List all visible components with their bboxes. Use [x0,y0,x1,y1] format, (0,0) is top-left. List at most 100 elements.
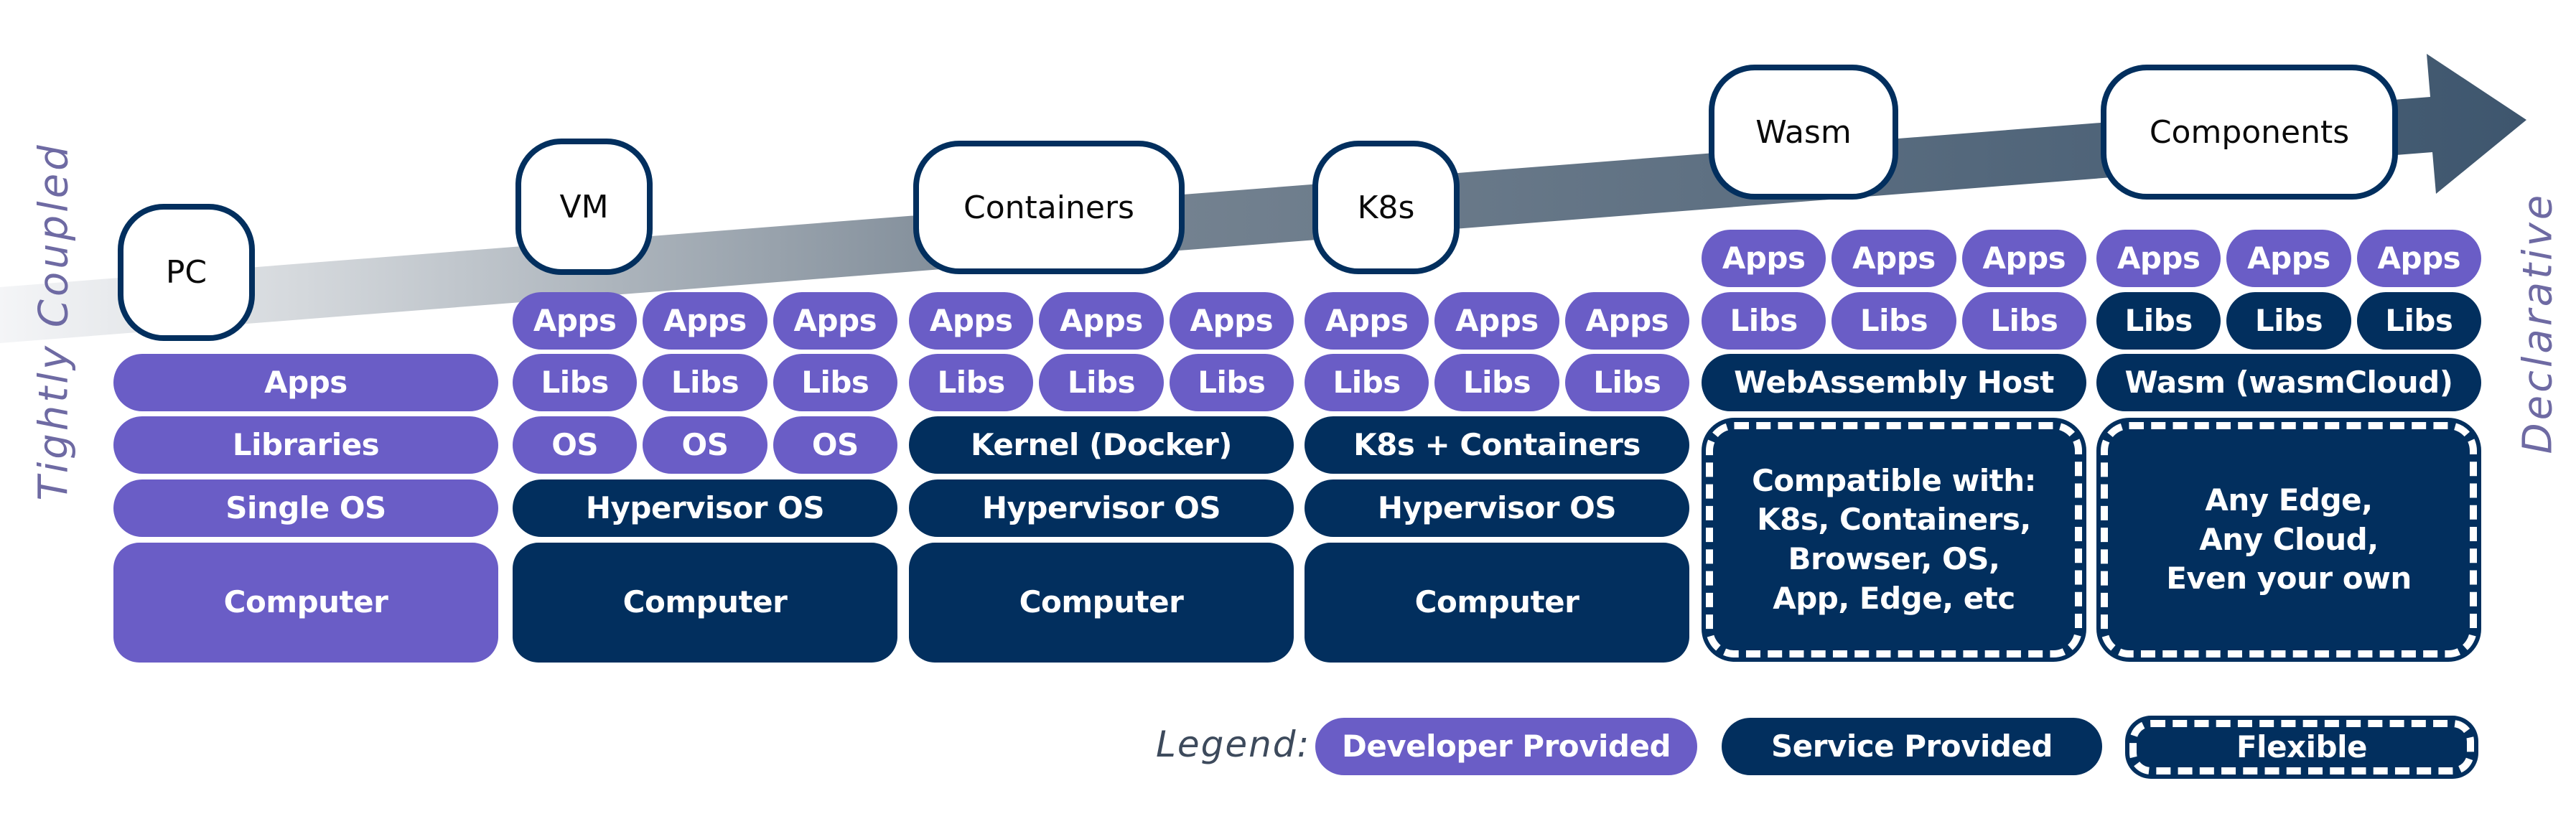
layer-compatible-with: Compatible with: K8s, Containers, Browse… [1706,422,2082,657]
layer-label: Apps [929,302,1013,338]
layer-label: Computer [622,584,788,620]
layer-computer: Computer [513,543,897,663]
layer-libs: Libs [513,354,638,411]
legend-item-label: Flexible [2236,729,2368,764]
legend-item-label: Developer Provided [1341,728,1671,764]
stage-pc: PC [118,204,255,341]
layer-label: Apps [793,302,877,338]
layer-libs: Libs [1702,292,1826,350]
layer-label: Libraries [232,426,380,462]
layer-libs: Libs [643,354,767,411]
layer-apps: Apps [513,292,638,350]
layer-label: Apps [533,302,617,338]
layer-label: Computer [1414,584,1579,620]
layer-libs: Libs [1169,354,1294,411]
tightly-coupled-label: Tightly Coupled [30,142,78,501]
layer-apps: Apps [1169,292,1294,350]
layer-label: Libs [1462,364,1531,400]
layer-label: Apps [663,302,747,338]
layer-label: Apps [1722,240,1806,276]
layer-label: Apps [1190,302,1274,338]
layer-label: Libs [1730,302,1798,338]
layer-os: OS [513,416,638,474]
layer-label: OS [681,426,729,462]
layer-any-edge: Any Edge, Any Cloud, Even your own [2101,422,2477,657]
legend-service-provided: Service Provided [1722,718,2102,775]
layer-label: WebAssembly Host [1734,364,2054,400]
layer-label: Apps [1060,302,1143,338]
layer-apps: Apps [1564,292,1689,350]
stage-wasm: Wasm [1709,65,1898,200]
layer-label: K8s + Containers [1353,426,1641,462]
layer-label: Libs [1859,302,1928,338]
layer-label: Computer [1019,584,1184,620]
layer-libs: Libs [1831,292,1956,350]
stage-components: Components [2101,65,2398,200]
layer-apps: Apps [2096,230,2221,287]
layer-label: Compatible with: K8s, Containers, Browse… [1752,462,2036,616]
layer-wasm-wasmcloud: Wasm (wasmCloud) [2096,354,2481,411]
layer-os: OS [643,416,767,474]
stage-label: VM [559,188,609,225]
layer-apps: Apps [113,354,498,411]
layer-label: Libs [1067,364,1136,400]
layer-label: Libs [2254,302,2323,338]
layer-label: Libs [541,364,610,400]
layer-label: Apps [1982,240,2066,276]
layer-hypervisor-os: Hypervisor OS [1305,479,1689,537]
stage-label: PC [165,254,207,291]
layer-label: Libs [1333,364,1401,400]
layer-apps: Apps [1702,230,1826,287]
legend-label: Legend: [1156,724,1311,765]
layer-apps: Apps [1434,292,1559,350]
layer-label: Single OS [225,490,386,525]
layer-label: Apps [2247,240,2330,276]
layer-libs: Libs [2356,292,2481,350]
layer-computer: Computer [1305,543,1689,663]
layer-label: Libs [1593,364,1661,400]
layer-webassembly-host: WebAssembly Host [1702,354,2086,411]
layer-apps: Apps [1039,292,1164,350]
layer-apps: Apps [909,292,1034,350]
legend-flexible: Flexible [2129,720,2474,774]
layer-label: Kernel (Docker) [971,426,1232,462]
layer-libs: Libs [2226,292,2351,350]
stage-label: Containers [963,189,1134,226]
layer-label: Libs [2385,302,2453,338]
layer-computer: Computer [113,543,498,663]
layer-apps: Apps [1961,230,2086,287]
layer-libs: Libs [2096,292,2221,350]
layer-label: Libs [937,364,1006,400]
stage-label: K8s [1357,189,1415,226]
layer-computer: Computer [909,543,1294,663]
layer-libs: Libs [773,354,897,411]
layer-kernel-docker: Kernel (Docker) [909,416,1294,474]
layer-label: Apps [2377,240,2461,276]
layer-k8s-containers: K8s + Containers [1305,416,1689,474]
layer-apps: Apps [773,292,897,350]
layer-apps: Apps [1305,292,1429,350]
layer-libs: Libs [1305,354,1429,411]
layer-apps: Apps [643,292,767,350]
layer-label: Apps [1325,302,1409,338]
layer-libs: Libs [909,354,1034,411]
layer-label: Libs [2124,302,2193,338]
legend-item-label: Service Provided [1771,728,2053,764]
layer-label: OS [551,426,599,462]
layer-label: Computer [223,584,388,620]
layer-label: Apps [2117,240,2201,276]
layer-apps: Apps [1831,230,1956,287]
layer-label: Apps [264,364,347,400]
layer-libs: Libs [1434,354,1559,411]
layer-apps: Apps [2356,230,2481,287]
layer-label: Apps [1585,302,1669,338]
legend-developer-provided: Developer Provided [1315,718,1697,775]
stage-containers: Containers [913,141,1185,274]
layer-single-os: Single OS [113,479,498,537]
layer-label: Libs [671,364,739,400]
layer-hypervisor-os: Hypervisor OS [909,479,1294,537]
layer-label: OS [811,426,859,462]
layer-hypervisor-os: Hypervisor OS [513,479,897,537]
layer-label: Libs [801,364,869,400]
layer-apps: Apps [2226,230,2351,287]
